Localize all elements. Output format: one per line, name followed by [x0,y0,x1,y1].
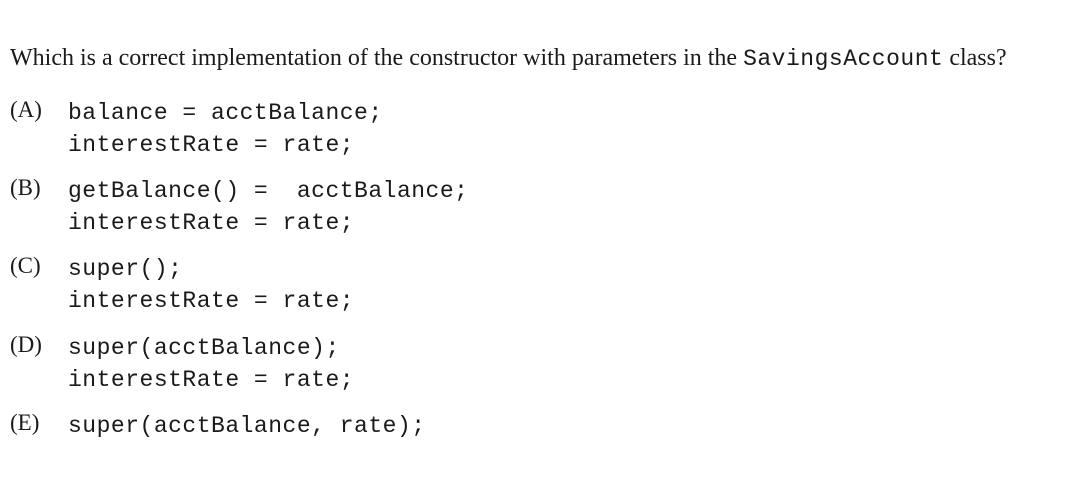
question-part1: Which is a correct implementation of the… [10,45,743,71]
option-code: super(acctBalance, rate); [68,410,426,442]
option-label: (A) [10,97,54,123]
option-code: super(); interestRate = rate; [68,253,354,317]
option-b: (B) getBalance() = acctBalance; interest… [10,175,1070,239]
option-label: (C) [10,253,54,279]
option-label: (B) [10,175,54,201]
option-label: (D) [10,332,54,358]
option-d: (D) super(acctBalance); interestRate = r… [10,332,1070,396]
question-text: Which is a correct implementation of the… [10,40,1070,77]
option-code: super(acctBalance); interestRate = rate; [68,332,354,396]
option-e: (E) super(acctBalance, rate); [10,410,1070,442]
option-label: (E) [10,410,54,436]
option-c: (C) super(); interestRate = rate; [10,253,1070,317]
options-list: (A) balance = acctBalance; interestRate … [10,97,1070,443]
question-part2: class? [943,45,1006,71]
option-a: (A) balance = acctBalance; interestRate … [10,97,1070,161]
question-classname: SavingsAccount [743,46,943,72]
option-code: balance = acctBalance; interestRate = ra… [68,97,383,161]
option-code: getBalance() = acctBalance; interestRate… [68,175,468,239]
